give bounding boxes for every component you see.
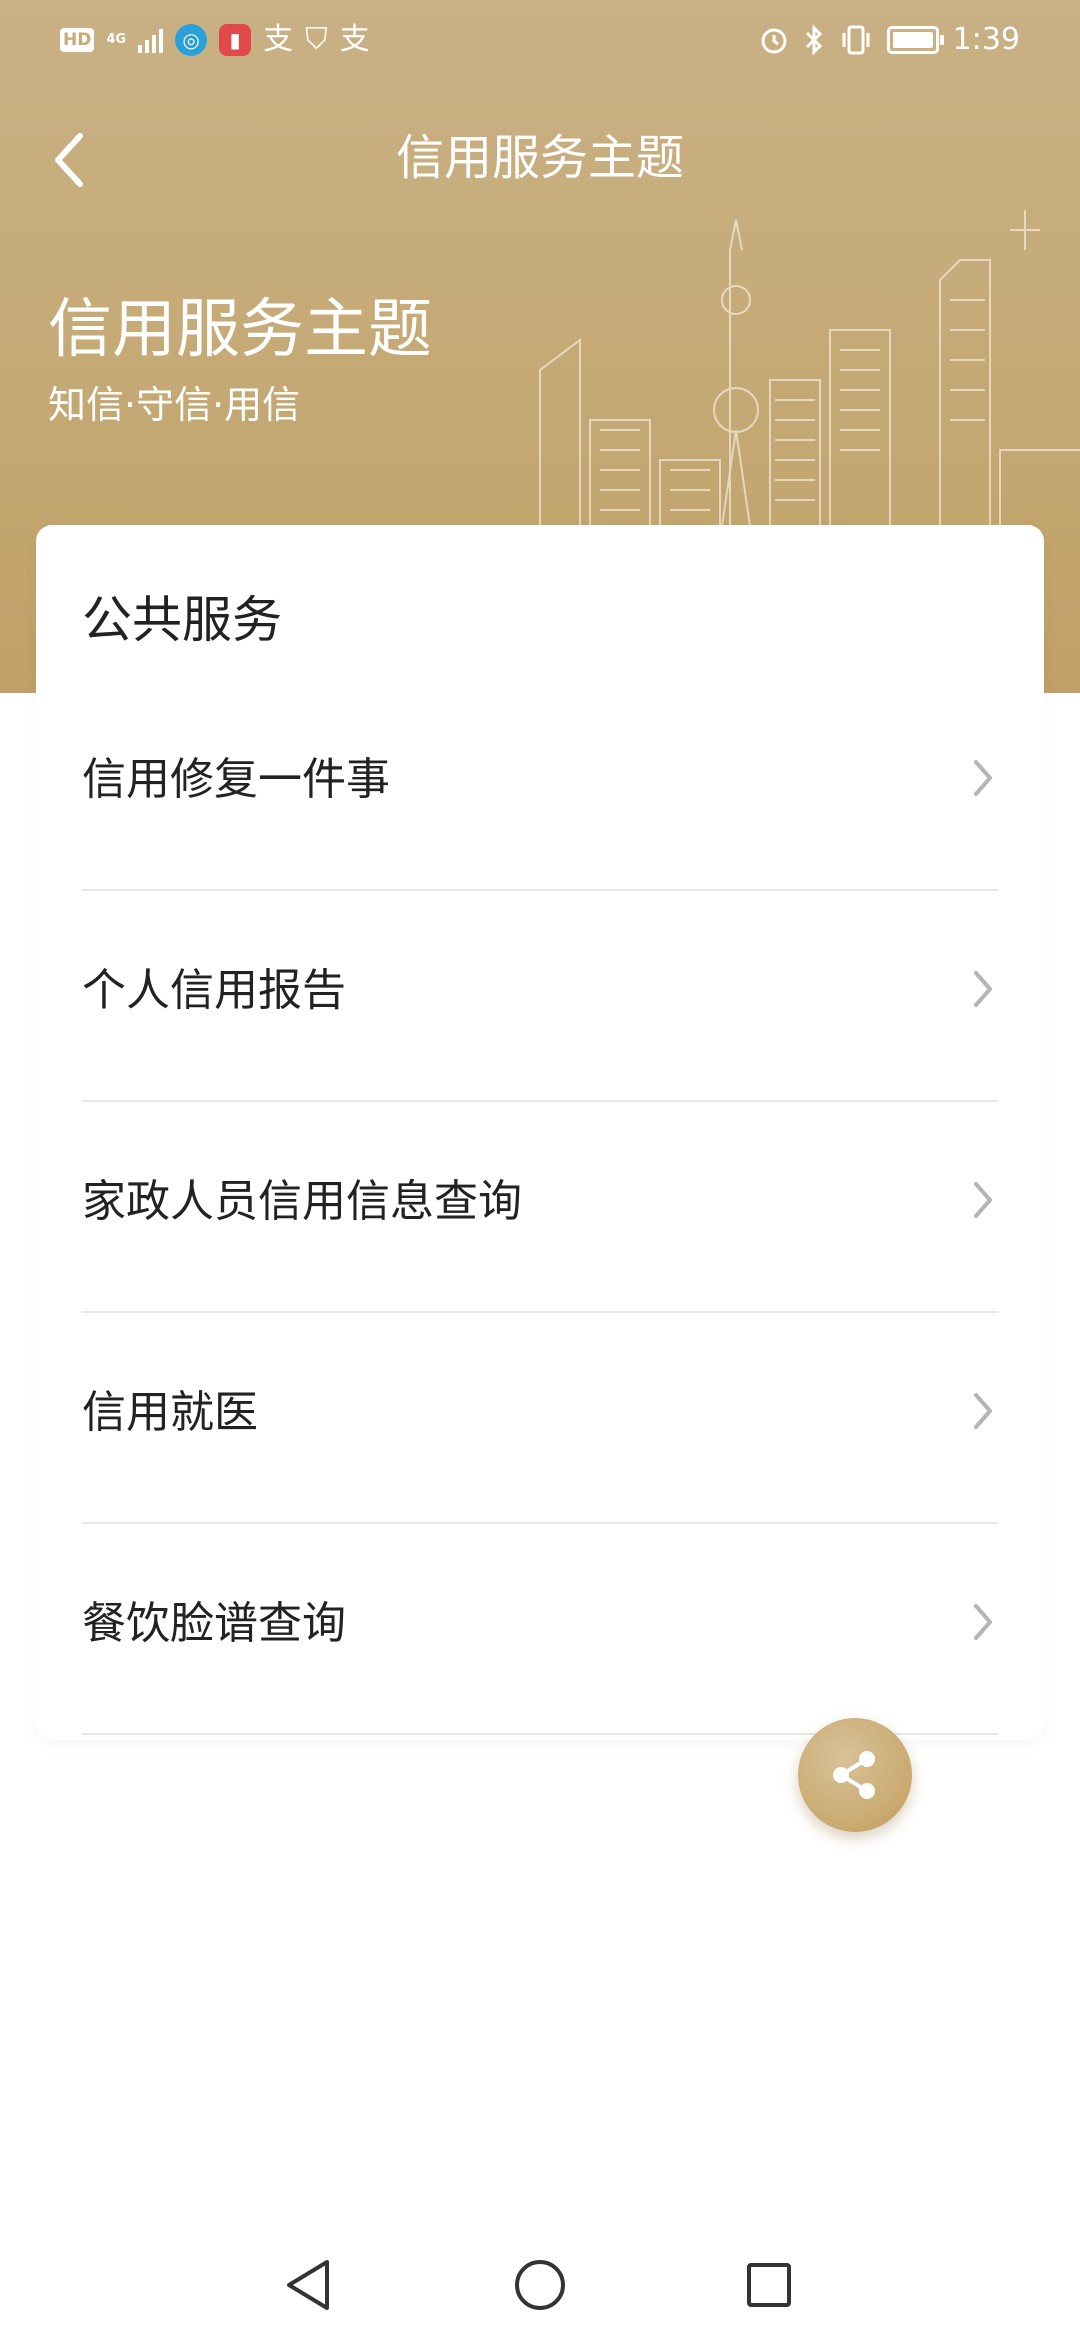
network-type: 4G [106, 33, 126, 47]
list-item-personal-credit-report[interactable]: 个人信用报告 [82, 891, 998, 1102]
chevron-right-icon [974, 1393, 992, 1429]
app-icon-blue: ◎ [175, 24, 208, 56]
vibrate-icon [842, 25, 870, 55]
city-skyline-illustration [539, 210, 1080, 540]
list-item-label: 家政人员信用信息查询 [82, 1176, 522, 1227]
system-navigation-bar [0, 2230, 1080, 2340]
battery-icon [886, 26, 944, 54]
clock-time: 1:39 [952, 22, 1020, 57]
list-item-restaurant-rating-query[interactable]: 餐饮脸谱查询 [82, 1524, 998, 1735]
alipay-icon: 支 [339, 22, 370, 57]
bluetooth-icon [805, 24, 822, 56]
public-services-card: 公共服务 信用修复一件事 个人信用报告 家政人员信用信息查询 信用就医 餐饮脸谱… [36, 525, 1044, 1740]
list-item-label: 信用就医 [82, 1387, 258, 1438]
chevron-right-icon [974, 760, 992, 796]
status-bar: HD 4G ◎ ▮ 支 ⛉ 支 1:39 [0, 0, 1080, 80]
list-item-credit-repair[interactable]: 信用修复一件事 [82, 680, 998, 891]
list-item-label: 信用修复一件事 [82, 754, 390, 805]
service-list: 信用修复一件事 个人信用报告 家政人员信用信息查询 信用就医 餐饮脸谱查询 [36, 680, 1044, 1735]
hd-badge: HD [60, 28, 95, 52]
screen: HD 4G ◎ ▮ 支 ⛉ 支 1:39 信用服务主题 信用服务主题 知信·守信… [0, 0, 1080, 2340]
app-icon-red: ▮ [219, 24, 252, 56]
page-title: 信用服务主题 [395, 130, 684, 186]
recents-square-icon [747, 2263, 791, 2307]
share-button[interactable] [798, 1718, 912, 1832]
system-recents-button[interactable] [734, 2250, 804, 2320]
network-type-label: 4G [106, 32, 127, 47]
alipay-icon: 支 [263, 22, 294, 57]
status-right-icons: 1:39 [759, 20, 1020, 60]
hero-subtitle: 知信·守信·用信 [48, 383, 301, 427]
hero-title: 信用服务主题 [48, 293, 432, 367]
status-left-icons: HD 4G ◎ ▮ 支 ⛉ 支 [60, 20, 370, 60]
back-triangle-icon [287, 2260, 329, 2310]
list-item-credit-medical[interactable]: 信用就医 [82, 1313, 998, 1524]
list-item-label: 个人信用报告 [82, 965, 346, 1016]
chevron-right-icon [974, 971, 992, 1007]
list-item-label: 餐饮脸谱查询 [82, 1598, 346, 1649]
system-back-button[interactable] [273, 2250, 343, 2320]
alarm-icon [761, 28, 787, 54]
section-title: 公共服务 [82, 591, 282, 649]
chevron-right-icon [974, 1604, 992, 1640]
home-circle-icon [515, 2260, 565, 2310]
system-home-button[interactable] [505, 2250, 575, 2320]
share-icon [833, 1751, 875, 1799]
signal-icon [138, 27, 164, 53]
list-item-domestic-worker-query[interactable]: 家政人员信用信息查询 [82, 1102, 998, 1313]
chevron-right-icon [974, 1182, 992, 1218]
shield-icon: ⛉ [305, 22, 328, 57]
